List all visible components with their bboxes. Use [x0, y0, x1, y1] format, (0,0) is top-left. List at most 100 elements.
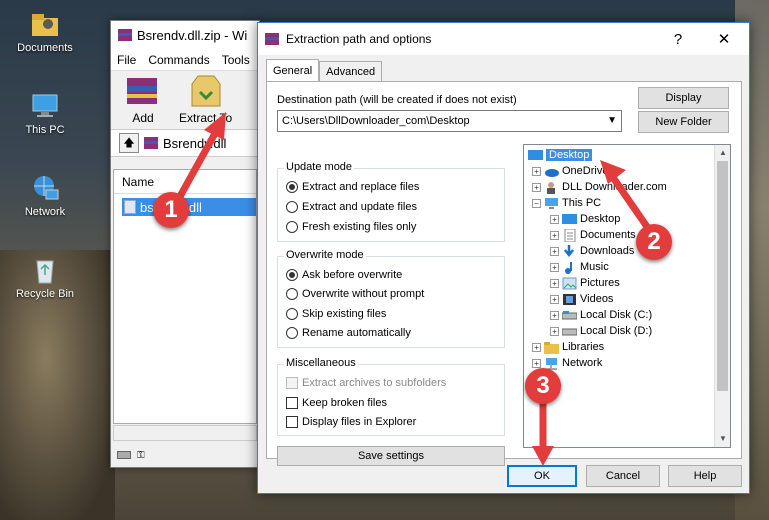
archive-add-icon [121, 74, 165, 108]
radio-icon [286, 201, 298, 213]
display-button[interactable]: Display [638, 87, 729, 109]
new-folder-button[interactable]: New Folder [638, 111, 729, 133]
winrar-statusbar: ⚿ [113, 445, 257, 465]
expand-icon[interactable]: + [550, 246, 559, 256]
tree-item-pictures[interactable]: + Pictures [550, 275, 620, 291]
desktop-icon-documents[interactable]: Documents [5, 10, 85, 54]
expand-icon[interactable]: + [550, 310, 559, 320]
close-icon[interactable]: ✕ [704, 23, 744, 55]
destination-label: Destination path (will be created if doe… [277, 94, 517, 106]
misc-title: Miscellaneous [284, 357, 358, 369]
menu-file[interactable]: File [117, 53, 136, 67]
folder-tree[interactable]: Desktop + OneDrive + DLL Downloader.com … [523, 144, 731, 448]
radio-icon [286, 308, 298, 320]
column-header-name[interactable]: Name [114, 170, 256, 194]
expand-icon[interactable]: + [550, 262, 559, 272]
expand-icon[interactable]: + [550, 326, 559, 336]
winrar-titlebar[interactable]: Bsrendv.dll.zip - Wi [111, 21, 259, 49]
chevron-down-icon[interactable]: ▼ [607, 115, 617, 126]
add-button[interactable]: Add [121, 74, 165, 125]
radio-skip-existing[interactable]: Skip existing files [286, 308, 386, 320]
tree-item-pc-desktop[interactable]: + Desktop [550, 211, 620, 227]
tree-item-label: Pictures [580, 277, 620, 289]
radio-ask-before-overwrite[interactable]: Ask before overwrite [286, 269, 402, 281]
desktop-icon [562, 213, 577, 226]
tree-item-music[interactable]: + Music [550, 259, 609, 275]
help-button[interactable]: Help [668, 465, 742, 487]
radio-fresh-existing[interactable]: Fresh existing files only [286, 221, 416, 233]
tree-item-videos[interactable]: + Videos [550, 291, 613, 307]
destination-path-combobox[interactable]: C:\Users\DllDownloader_com\Desktop ▼ [277, 110, 622, 132]
option-label: Overwrite without prompt [302, 288, 425, 300]
radio-overwrite-without-prompt[interactable]: Overwrite without prompt [286, 288, 424, 300]
checkbox-icon [286, 377, 298, 389]
ok-button[interactable]: OK [507, 465, 577, 487]
up-folder-button[interactable]: 🡅 [119, 133, 139, 153]
tree-item-documents[interactable]: + Documents [550, 227, 636, 243]
option-label: Extract archives to subfolders [302, 377, 447, 389]
radio-extract-and-replace[interactable]: Extract and replace files [286, 181, 419, 193]
add-label: Add [132, 111, 154, 125]
tab-general[interactable]: General [266, 59, 320, 81]
tab-advanced[interactable]: Advanced [319, 61, 383, 81]
checkbox-display-in-explorer[interactable]: Display files in Explorer [286, 416, 416, 428]
checkbox-extract-to-subfolders[interactable]: Extract archives to subfolders [286, 377, 446, 389]
misc-group: Miscellaneous Extract archives to subfol… [277, 357, 505, 436]
expand-icon[interactable]: + [532, 166, 541, 176]
tree-item-this-pc[interactable]: − This PC [532, 195, 601, 211]
winrar-window: Bsrendv.dll.zip - Wi File Commands Tools… [110, 20, 260, 468]
expand-icon[interactable]: + [550, 278, 559, 288]
radio-rename-automatically[interactable]: Rename automatically [286, 327, 411, 339]
extraction-dialog: Extraction path and options ? ✕ General … [257, 22, 750, 494]
scroll-thumb[interactable] [717, 161, 728, 391]
radio-icon [286, 181, 298, 193]
checkbox-keep-broken-files[interactable]: Keep broken files [286, 397, 387, 409]
expand-icon[interactable]: + [550, 230, 559, 240]
expand-icon[interactable]: + [550, 294, 559, 304]
desktop-icon [528, 149, 543, 162]
file-row[interactable]: bsrendv.dll [122, 198, 256, 216]
extract-to-button[interactable]: Extract To [179, 74, 232, 125]
collapse-icon[interactable]: − [532, 198, 541, 208]
menu-tools[interactable]: Tools [222, 53, 250, 67]
radio-icon [286, 327, 298, 339]
tree-item-desktop[interactable]: Desktop [528, 147, 593, 163]
update-mode-group: Update mode Extract and replace files Ex… [277, 161, 505, 242]
annotation-badge-2: 2 [636, 224, 672, 260]
tree-item-local-disk-d[interactable]: + Local Disk (D:) [550, 323, 652, 339]
expand-icon[interactable]: + [532, 358, 541, 368]
tree-item-downloads[interactable]: + Downloads [550, 243, 634, 259]
tree-item-local-disk-c[interactable]: + Local Disk (C:) [550, 307, 652, 323]
desktop-icon-this-pc[interactable]: This PC [5, 92, 85, 136]
tree-vertical-scrollbar[interactable]: ▲ ▼ [714, 145, 730, 447]
tree-item-onedrive[interactable]: + OneDrive [532, 163, 608, 179]
scroll-down-icon[interactable]: ▼ [715, 431, 730, 447]
scroll-up-icon[interactable]: ▲ [715, 145, 730, 161]
network-icon [30, 174, 60, 202]
annotation-badge-1: 1 [153, 192, 189, 228]
drive-icon [117, 451, 131, 459]
desktop-icon-network[interactable]: Network [5, 174, 85, 218]
save-settings-button[interactable]: Save settings [277, 446, 505, 466]
folder-icon [30, 10, 60, 38]
desktop-icon-recycle-bin[interactable]: Recycle Bin [5, 256, 85, 300]
option-label: Ask before overwrite [302, 269, 403, 281]
menu-commands[interactable]: Commands [148, 53, 209, 67]
dialog-titlebar[interactable]: Extraction path and options ? ✕ [258, 23, 749, 55]
desktop-icon-label: Network [24, 206, 66, 218]
cloud-icon [544, 165, 559, 178]
expand-icon[interactable]: + [532, 342, 541, 352]
help-icon[interactable]: ? [658, 23, 698, 55]
radio-icon [286, 288, 298, 300]
expand-icon[interactable]: + [550, 214, 559, 224]
cancel-button[interactable]: Cancel [586, 465, 660, 487]
winrar-app-icon [117, 27, 133, 43]
desktop-icon-label: Recycle Bin [15, 288, 75, 300]
expand-icon[interactable]: + [532, 182, 541, 192]
tree-item-dll-downloader[interactable]: + DLL Downloader.com [532, 179, 667, 195]
tree-item-libraries[interactable]: + Libraries [532, 339, 604, 355]
dialog-app-icon [264, 31, 280, 47]
radio-extract-and-update[interactable]: Extract and update files [286, 201, 417, 213]
horizontal-scrollbar[interactable] [113, 425, 257, 441]
tree-item-label: Documents [580, 229, 636, 241]
